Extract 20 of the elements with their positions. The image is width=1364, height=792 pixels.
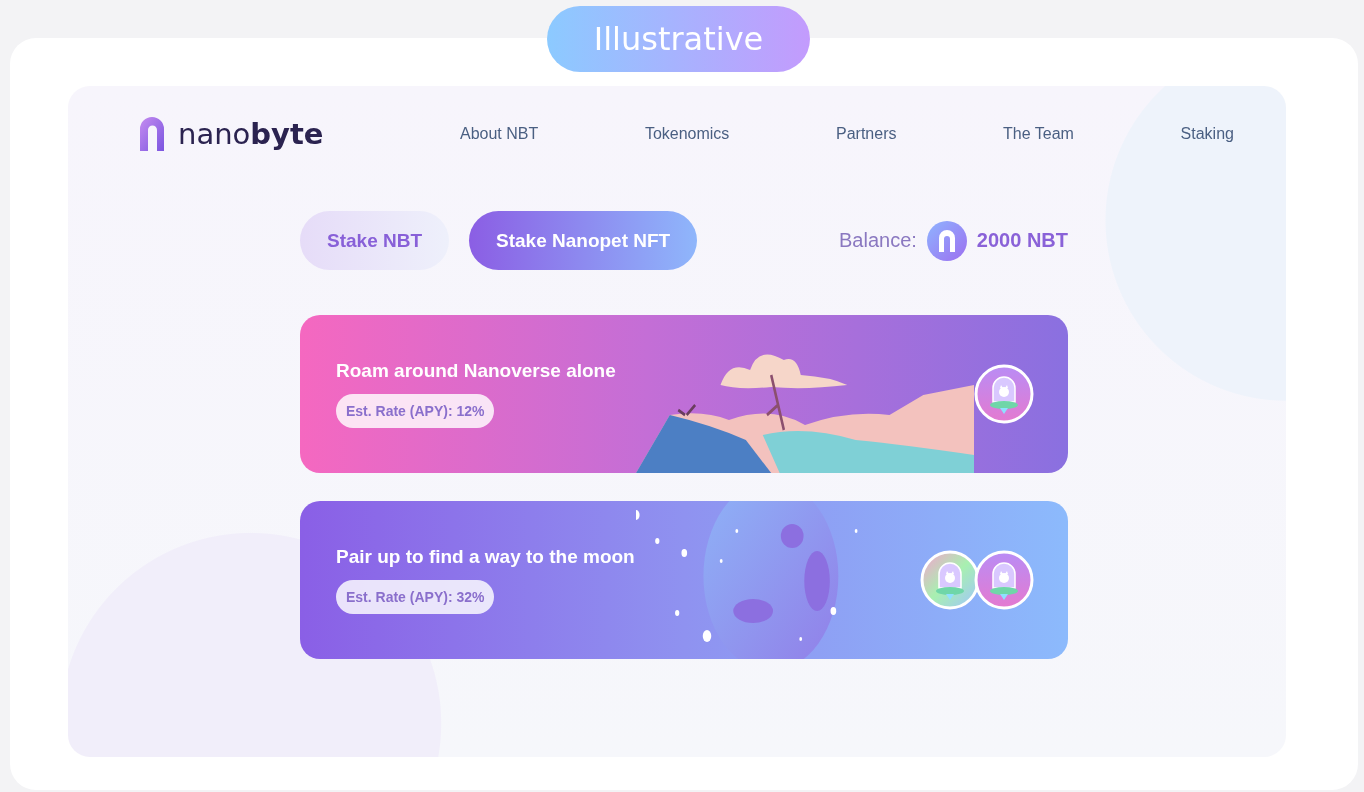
pool-title: Roam around Nanoverse alone xyxy=(336,360,617,382)
nav-link[interactable]: The Team xyxy=(1003,125,1074,143)
pool-card[interactable]: Pair up to find a way to the moon Est. Rate (APY): 32% xyxy=(300,501,1068,659)
illustrative-badge: Illustrative xyxy=(547,6,810,72)
coin-icon xyxy=(926,220,967,261)
pool-title: Pair up to find a way to the moon xyxy=(336,546,636,568)
balance-label: Balance: xyxy=(839,229,917,252)
nav-link[interactable]: Staking xyxy=(1180,125,1234,143)
cat-capsule-icon[interactable] xyxy=(920,550,980,610)
balance-amount: 2000 NBT xyxy=(976,229,1068,252)
cat-capsule-icon[interactable] xyxy=(974,550,1034,610)
stake-tab[interactable]: Stake NBT xyxy=(300,211,450,270)
pool-card[interactable]: Roam around Nanoverse alone Est. Rate (APY): 12% xyxy=(300,315,1068,473)
nav-link[interactable]: Tokenomics xyxy=(644,125,730,143)
logo-text[interactable]: nanobyte xyxy=(178,117,324,151)
cat-capsule-icon[interactable] xyxy=(974,364,1034,424)
rate-badge: Est. Rate (APY): 12% xyxy=(336,394,495,428)
nav-link[interactable]: Partners xyxy=(836,125,897,143)
rate-badge: Est. Rate (APY): 32% xyxy=(336,580,495,614)
nav-link[interactable]: About NBT xyxy=(460,125,539,143)
